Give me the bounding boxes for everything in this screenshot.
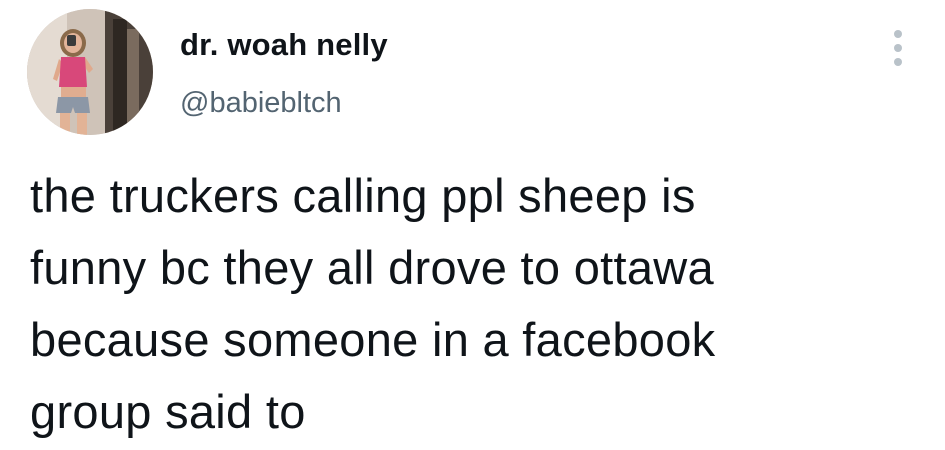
tweet-text-line: the truckers calling ppl sheep is: [30, 169, 696, 222]
display-name[interactable]: dr. woah nelly: [180, 26, 388, 64]
tweet-text: the truckers calling ppl sheep is funny …: [30, 160, 910, 448]
user-handle[interactable]: @babiebltch: [180, 85, 342, 121]
avatar[interactable]: [27, 9, 153, 135]
more-vertical-icon: [894, 44, 902, 52]
more-options-button[interactable]: [883, 26, 913, 70]
tweet-text-line: group said to: [30, 385, 306, 438]
profile-photo-icon: [27, 9, 153, 135]
more-vertical-icon: [894, 30, 902, 38]
tweet-text-line: funny bc they all drove to ottawa: [30, 241, 714, 294]
more-vertical-icon: [894, 58, 902, 66]
tweet-card: dr. woah nelly @babiebltch the truckers …: [0, 0, 945, 450]
tweet-text-line: because someone in a facebook: [30, 313, 716, 366]
